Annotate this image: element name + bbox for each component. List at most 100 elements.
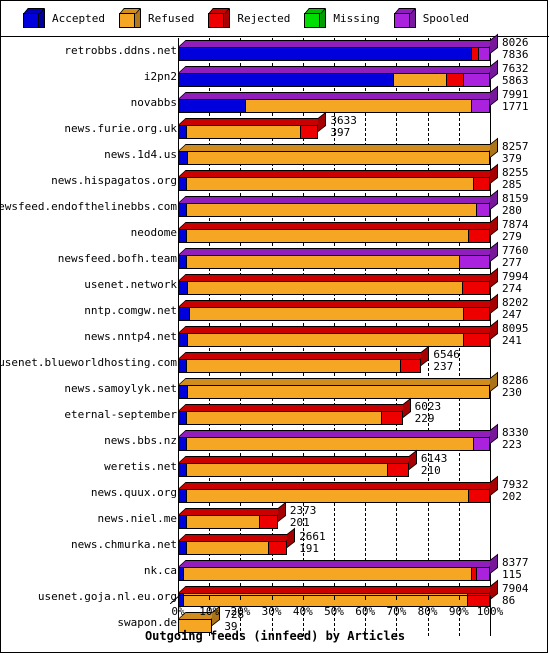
bar-front-face — [178, 411, 403, 425]
bar-value-labels: 7874 279 — [502, 219, 529, 243]
bar-segment-rejected — [472, 177, 490, 191]
bar-segment-refused — [245, 99, 472, 113]
bar-front-face — [178, 151, 490, 165]
bar-value-labels: 8255 285 — [502, 167, 529, 191]
bar-top-face — [178, 404, 411, 411]
stacked-bar: 8330 223 — [178, 423, 529, 454]
bar-segment-rejected — [463, 307, 490, 321]
bar-top-face — [178, 300, 498, 307]
bar-front-face — [178, 463, 409, 477]
bar-segment-accepted — [178, 359, 186, 373]
stacked-bar: 8257 379 — [178, 137, 529, 168]
x-tick — [271, 595, 273, 600]
category-label: news.hispagatos.org — [51, 174, 177, 187]
category-label: news.niel.me — [97, 512, 177, 525]
bar-front-face — [178, 125, 319, 139]
bar-front-face — [178, 489, 490, 503]
bar-segment-spooled — [471, 99, 490, 113]
bar-row: novabbs 7991 1771 — [1, 85, 549, 116]
legend-item-accepted: Accepted — [23, 7, 105, 29]
bar-segment-refused — [187, 385, 490, 399]
chart-legend: Accepted Refused Rejected Missing Spooled — [1, 1, 549, 37]
category-label: news.furie.org.uk — [64, 122, 177, 135]
bar-segment-accepted — [178, 307, 189, 321]
bar-segment-accepted — [178, 125, 186, 139]
bar-segment-accepted — [178, 47, 472, 61]
x-tick — [178, 595, 179, 600]
bar-segment-accepted — [178, 99, 246, 113]
bar-value-labels: 8257 379 — [502, 141, 529, 165]
bar-front-face — [178, 203, 490, 217]
bar-segment-refused — [393, 73, 447, 87]
category-label: nk.ca — [143, 564, 177, 577]
bar-top-face — [178, 196, 498, 203]
stacked-bar: 7632 5863 — [178, 59, 529, 90]
bar-row: news.chmurka.net 2661 191 — [1, 527, 549, 558]
bar-value-labels: 8377 115 — [502, 557, 529, 581]
bar-value-labels: 8026 7836 — [502, 37, 529, 61]
plot-area: retrobbs.ddns.net 8026 7836 i2pn2 7632 5863 no… — [0, 33, 549, 654]
x-tick — [365, 595, 367, 600]
bar-segment-accepted — [178, 151, 188, 165]
x-tick — [490, 595, 491, 600]
bar-segment-rejected — [468, 229, 490, 243]
bar-value-labels: 6546 237 — [433, 349, 460, 373]
bar-segment-accepted — [178, 255, 186, 269]
bar-row: usenet.blueworldhosting.com 6546 237 — [0, 345, 549, 376]
bar-front-face — [178, 333, 490, 347]
bar-top-face — [178, 482, 498, 489]
bar-segment-spooled — [475, 203, 490, 217]
cube-icon — [118, 7, 142, 29]
bar-front-face — [178, 437, 490, 451]
bar-segment-refused — [185, 463, 388, 477]
category-label: eternal-september — [64, 408, 177, 421]
bar-segment-refused — [185, 359, 400, 373]
bar-top-face — [178, 456, 417, 463]
bar-row: retrobbs.ddns.net 8026 7836 — [1, 33, 549, 64]
bar-value-labels: 2373 201 — [290, 505, 317, 529]
bar-offered-value: 280 — [502, 204, 522, 217]
bar-segment-rejected — [463, 333, 490, 347]
bar-offered-value: 1771 — [502, 100, 529, 113]
bar-offered-value: 285 — [502, 178, 522, 191]
bar-segment-refused — [187, 151, 490, 165]
x-tick — [334, 595, 335, 600]
bar-row: nk.ca 8377 115 — [1, 553, 549, 584]
bar-segment-rejected — [380, 411, 403, 425]
bar-row: nntp.comgw.net 8202 247 — [1, 293, 549, 324]
bar-segment-rejected — [399, 359, 422, 373]
stacked-bar: 7994 274 — [178, 267, 529, 298]
bar-row: newsfeed.endofthelinebbs.com 8159 280 — [0, 189, 549, 220]
bar-segment-accepted — [178, 437, 186, 451]
bar-segment-accepted — [178, 385, 188, 399]
bar-value-labels: 8330 223 — [502, 427, 529, 451]
bar-row: newsfeed.bofh.team 7760 277 — [1, 241, 549, 272]
legend-label: Rejected — [237, 12, 291, 25]
stacked-bar: 8255 285 — [178, 163, 529, 194]
bar-top-face — [178, 92, 498, 99]
bar-front-face — [178, 359, 422, 373]
bar-row: news.samoylyk.net 8286 230 — [1, 371, 549, 402]
bar-row: i2pn2 7632 5863 — [1, 59, 549, 90]
bar-front-face — [178, 229, 490, 243]
bar-value-labels: 7994 274 — [502, 271, 529, 295]
bar-value-labels: 6143 210 — [421, 453, 448, 477]
category-label: usenet.blueworldhosting.com — [0, 356, 177, 369]
category-label: newsfeed.bofh.team — [57, 252, 177, 265]
category-label: i2pn2 — [143, 70, 177, 83]
bar-segment-spooled — [463, 73, 490, 87]
category-label: weretis.net — [104, 460, 177, 473]
bar-value-labels: 2661 191 — [299, 531, 326, 555]
bar-offered-value: 230 — [502, 386, 522, 399]
bar-segment-accepted — [178, 333, 188, 347]
bar-front-face — [178, 385, 490, 399]
category-label: nntp.comgw.net — [84, 304, 177, 317]
bar-segment-spooled — [477, 47, 490, 61]
bar-row: news.hispagatos.org 8255 285 — [1, 163, 549, 194]
bar-top-face — [178, 586, 498, 593]
bar-segment-accepted — [178, 73, 394, 87]
bar-segment-refused — [185, 437, 473, 451]
legend-label: Missing — [333, 12, 380, 25]
bar-offered-value: 229 — [414, 412, 435, 425]
bar-offered-value: 247 — [502, 308, 522, 321]
